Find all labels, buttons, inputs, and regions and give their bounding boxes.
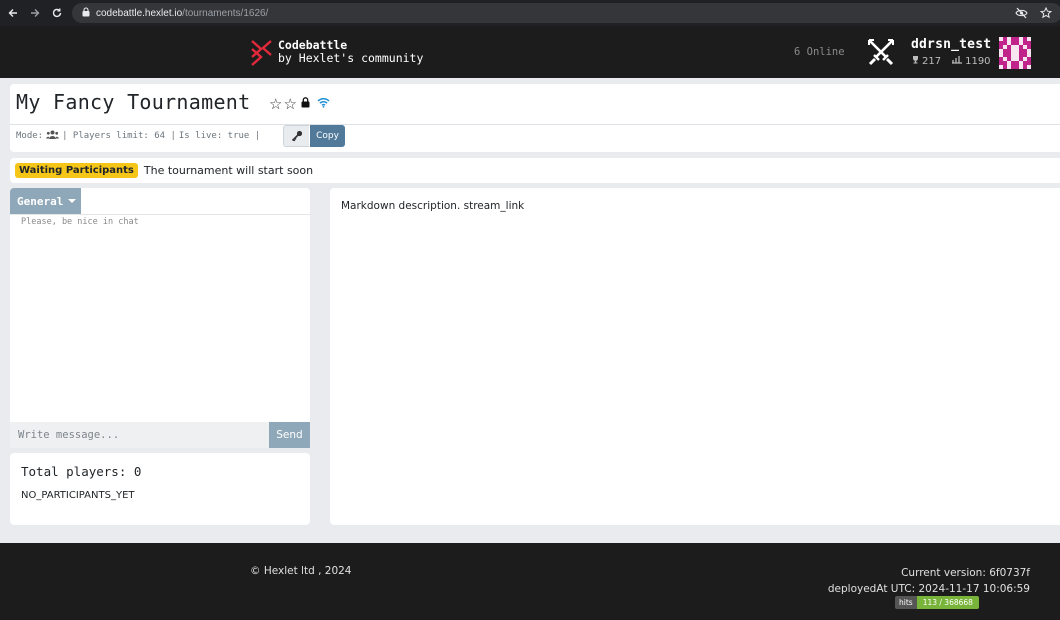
chat-hint: Please, be nice in chat — [21, 217, 139, 227]
logo-text: Codebattle by Hexlet's community — [278, 39, 423, 65]
status-message: The tournament will start soon — [143, 164, 314, 177]
chat-panel: General Please, be nice in chat Send — [10, 188, 310, 448]
chat-message-input[interactable] — [10, 422, 269, 448]
codebattle-logo[interactable]: Codebattle by Hexlet's community — [249, 39, 423, 66]
url-host: codebattle.hexlet.io — [96, 7, 183, 19]
players-panel: Total players: 0 NO_PARTICIPANTS_YET — [10, 453, 310, 525]
key-icon[interactable] — [283, 125, 309, 147]
chart-icon — [951, 55, 963, 67]
deployed-at: deployedAt UTC: 2024-11-17 10:06:59 — [827, 583, 1030, 595]
divider — [10, 214, 310, 215]
chevron-down-icon — [68, 199, 77, 203]
user-points: 1190 — [965, 55, 991, 67]
reload-icon[interactable] — [48, 4, 66, 22]
user-stats: 217 1190 — [911, 55, 991, 67]
app-header: Codebattle by Hexlet's community 6 Onlin… — [0, 26, 1060, 78]
brand-tagline: by Hexlet's community — [278, 51, 424, 65]
hits-label: hits — [895, 596, 917, 609]
players-limit: | Players limit: 64 | — [62, 131, 176, 141]
crossed-swords-icon[interactable] — [865, 37, 897, 72]
users-icon — [46, 130, 60, 142]
page-title: My Fancy Tournament — [16, 90, 251, 114]
lock-icon — [301, 95, 310, 113]
tournament-status: Waiting Participants The tournament will… — [10, 158, 1060, 183]
back-icon[interactable] — [4, 4, 22, 22]
chat-room-label: General — [17, 194, 64, 208]
current-version: Current version: 6f0737f — [901, 567, 1030, 579]
tournament-meta: Mode: | Players limit: 64 | Is live: tru… — [16, 130, 260, 142]
copy-button[interactable]: Copy — [310, 125, 345, 147]
total-players: Total players: 0 — [21, 464, 142, 479]
divider — [10, 124, 1060, 125]
is-live: Is live: true | — [178, 131, 261, 141]
trophy-icon — [911, 55, 920, 67]
hits-badge[interactable]: hits 113 / 368668 — [895, 596, 979, 609]
send-button[interactable]: Send — [269, 422, 310, 448]
chat-room-dropdown[interactable]: General — [10, 188, 81, 214]
user-rating: 217 — [922, 55, 942, 67]
no-participants-text: NO_PARTICIPANTS_YET — [21, 490, 135, 501]
copyright: © Hexlet ltd , 2024 — [250, 565, 352, 577]
mode-label: Mode: — [16, 131, 44, 141]
lock-icon — [82, 4, 90, 22]
star-outline-icon: ☆ — [269, 94, 283, 113]
user-info[interactable]: ddrsn_test 217 1190 — [911, 37, 991, 67]
online-count[interactable]: 6 Online — [794, 46, 845, 58]
url-path: /tournaments/1626/ — [182, 7, 269, 19]
address-bar[interactable]: codebattle.hexlet.io/tournaments/1626/ — [72, 3, 1060, 23]
avatar[interactable] — [999, 37, 1031, 69]
logo-mark-icon — [251, 40, 272, 66]
description-text: Markdown description. stream_link — [341, 200, 525, 212]
forward-icon[interactable] — [26, 4, 44, 22]
bookmark-star-icon[interactable] — [1039, 6, 1053, 24]
star-outline-icon: ☆ — [283, 94, 297, 113]
hits-value: 113 / 368668 — [916, 596, 979, 609]
tournament-icons: ☆ ☆ — [269, 95, 330, 113]
wifi-icon — [317, 95, 330, 113]
version-info: Current version: 6f0737f deployedAt UTC:… — [828, 565, 1030, 597]
status-badge: Waiting Participants — [15, 163, 138, 178]
eye-off-icon[interactable] — [1015, 6, 1028, 24]
username[interactable]: ddrsn_test — [911, 37, 991, 52]
tournament-header: My Fancy Tournament ☆ ☆ Mode: | Players … — [10, 84, 1060, 152]
tournament-description: Markdown description. stream_link — [330, 188, 1060, 525]
address-bar-actions — [1015, 6, 1053, 24]
footer: © Hexlet ltd , 2024 Current version: 6f0… — [0, 543, 1060, 620]
browser-toolbar: codebattle.hexlet.io/tournaments/1626/ — [0, 0, 1060, 26]
